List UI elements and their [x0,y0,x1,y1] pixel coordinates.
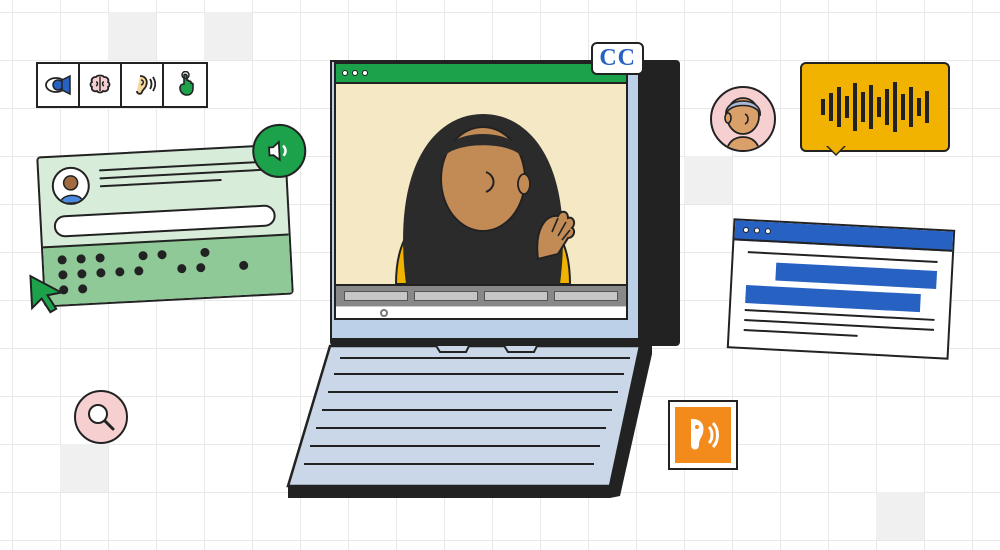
video-controls[interactable] [336,284,626,306]
motor-cell [164,64,206,106]
cognitive-cell [80,64,122,106]
grid-shade [60,444,108,492]
magnifier-icon [84,400,118,434]
video-progress[interactable] [336,306,626,318]
eye-icon [44,71,72,99]
browser-titlebar [336,64,626,84]
touch-icon [171,71,199,99]
document-window [727,218,955,359]
grid-shade [108,12,156,60]
text-to-speech-tile [668,400,738,470]
magnifier-badge [74,390,128,444]
audio-speech-bubble [800,62,950,152]
braille-strip [43,234,292,306]
post-text-lines [99,156,274,193]
closed-caption-badge: CC [591,42,644,75]
brain-icon [86,71,114,99]
hearing-cell [122,64,164,106]
grid-shade [684,156,732,204]
video-browser-window: CC [334,62,628,320]
text-highlight [745,285,920,312]
text-highlight [775,263,937,289]
vision-cell [38,64,80,106]
cursor-icon [26,270,68,316]
grid-shade [876,492,924,540]
video-content [336,84,626,284]
laptop-base [280,336,670,506]
laptop: CC [330,60,680,511]
voice-icon [679,411,727,459]
post-avatar [51,166,91,206]
grid-shade [204,12,252,60]
sign-language-person [336,84,626,284]
screen-reader-card [36,144,294,308]
speaker-icon [262,134,296,168]
progress-thumb[interactable] [380,309,388,317]
post-input[interactable] [53,204,276,238]
ear-icon [128,71,156,99]
accessibility-icon-strip [36,62,208,108]
profile-avatar [710,86,776,152]
